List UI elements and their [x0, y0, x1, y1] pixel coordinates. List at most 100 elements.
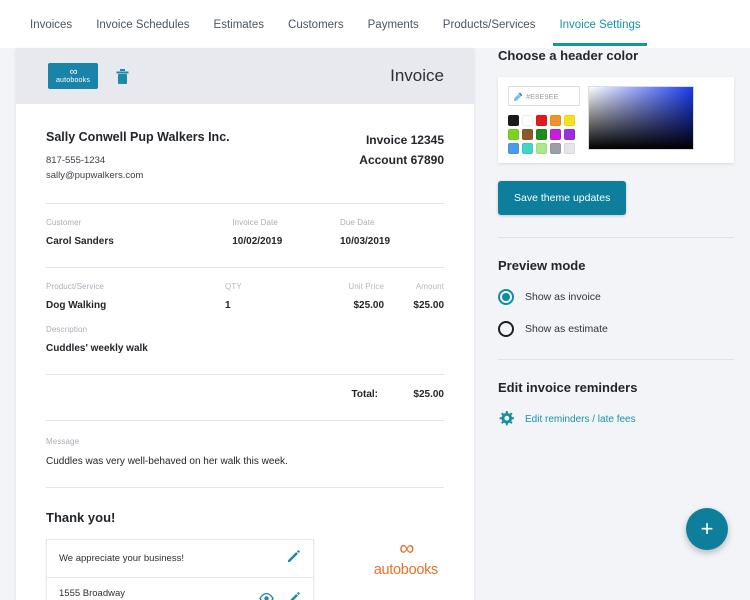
due-date-value: 10/03/2019	[340, 236, 444, 247]
preview-mode-title: Preview mode	[498, 258, 734, 273]
qty-cell: QTY 1	[225, 282, 316, 311]
plus-icon: +	[701, 516, 714, 542]
page-body: ∞ autobooks Invoice Sally Conwell Pup Wa…	[0, 48, 750, 600]
header-color-title: Choose a header color	[498, 48, 734, 63]
tab-customers[interactable]: Customers	[276, 3, 356, 46]
brand-wordmark: autobooks	[374, 562, 438, 578]
qty-value: 1	[225, 300, 316, 311]
tab-invoice-settings[interactable]: Invoice Settings	[547, 3, 652, 46]
description-value: Cuddles' weekly walk	[46, 343, 444, 354]
invoice-date-label: Invoice Date	[232, 218, 340, 227]
main-tab-bar: Invoices Invoice Schedules Estimates Cus…	[0, 0, 750, 48]
swatch-5[interactable]	[508, 129, 519, 140]
swatch-11[interactable]	[522, 143, 533, 154]
trash-icon	[116, 69, 129, 84]
thank-you-heading: Thank you!	[46, 488, 444, 525]
radio-show-as-estimate-label: Show as estimate	[525, 323, 608, 335]
swatch-2[interactable]	[536, 115, 547, 126]
toggle-address-visibility-button[interactable]	[259, 591, 274, 600]
autobooks-logo-badge[interactable]: ∞ autobooks	[48, 63, 98, 89]
invoice-header-band: ∞ autobooks Invoice	[16, 48, 474, 104]
eye-icon	[259, 593, 274, 600]
address-card[interactable]: 1555 Broadway Detroit, MI 48226-2161	[46, 578, 314, 600]
unit-price-value: $25.00	[316, 300, 384, 311]
description-label: Description	[46, 325, 444, 334]
swatch-10[interactable]	[508, 143, 519, 154]
delete-logo-button[interactable]	[116, 69, 129, 84]
swatch-4[interactable]	[564, 115, 575, 126]
message-label: Message	[46, 437, 444, 446]
amount-label: Amount	[384, 282, 444, 291]
hex-value: #E8E9EE	[526, 92, 559, 101]
swatch-1[interactable]	[522, 115, 533, 126]
address-actions	[259, 591, 301, 600]
message-block: Message Cuddles was very well-behaved on…	[46, 421, 444, 467]
qty-label: QTY	[225, 282, 316, 291]
save-theme-updates-button[interactable]: Save theme updates	[498, 181, 626, 215]
swatch-6[interactable]	[522, 129, 533, 140]
infinity-icon: ∞	[70, 68, 77, 76]
business-name: Sally Conwell Pup Walkers Inc.	[46, 130, 230, 144]
eyedropper-icon	[514, 92, 523, 101]
swatch-8[interactable]	[550, 129, 561, 140]
tab-payments[interactable]: Payments	[356, 3, 431, 46]
customer-field: Customer Carol Sanders	[46, 218, 232, 247]
footer-note-actions	[287, 549, 301, 568]
color-picker-left: #E8E9EE	[508, 86, 580, 154]
color-picker-card: #E8E9EE	[498, 77, 734, 163]
due-date-field: Due Date 10/03/2019	[340, 218, 444, 247]
tab-estimates[interactable]: Estimates	[202, 3, 277, 46]
add-button-fab[interactable]: +	[686, 508, 728, 550]
footer-row: We appreciate your business!	[46, 525, 444, 600]
autobooks-brand-footer: ∞ autobooks	[374, 539, 438, 578]
business-email: sally@pupwalkers.com	[46, 168, 230, 183]
tab-products-services[interactable]: Products/Services	[431, 3, 548, 46]
due-date-label: Due Date	[340, 218, 444, 227]
reminders-title: Edit invoice reminders	[498, 380, 734, 395]
edit-address-button[interactable]	[287, 591, 301, 600]
customer-label: Customer	[46, 218, 232, 227]
message-value: Cuddles was very well-behaved on her wal…	[46, 456, 444, 467]
swatch-3[interactable]	[550, 115, 561, 126]
editable-cards: We appreciate your business!	[46, 539, 314, 600]
hex-input[interactable]: #E8E9EE	[508, 86, 580, 106]
line-item-row: Product/Service Dog Walking QTY 1 Unit P…	[46, 268, 444, 311]
edit-footer-note-button[interactable]	[287, 549, 301, 568]
radio-unselected-icon	[498, 321, 514, 337]
color-gradient-area[interactable]	[588, 86, 694, 150]
business-contact: 817-555-1234 sally@pupwalkers.com	[46, 153, 230, 183]
amount-cell: Amount $25.00	[384, 282, 444, 311]
address-line-1: 1555 Broadway	[59, 587, 156, 600]
infinity-icon: ∞	[374, 541, 438, 557]
swatch-13[interactable]	[550, 143, 561, 154]
radio-selected-icon	[498, 289, 514, 305]
edit-reminders-link-row[interactable]: Edit reminders / late fees	[498, 411, 734, 427]
edit-reminders-section: Edit invoice reminders Edit reminders / …	[498, 360, 734, 427]
tab-invoices[interactable]: Invoices	[18, 3, 84, 46]
invoice-preview-card: ∞ autobooks Invoice Sally Conwell Pup Wa…	[16, 48, 474, 600]
unit-price-label: Unit Price	[316, 282, 384, 291]
customer-value: Carol Sanders	[46, 236, 232, 247]
swatch-grid	[508, 115, 580, 154]
radio-show-as-invoice-label: Show as invoice	[525, 291, 601, 303]
total-value: $25.00	[378, 389, 444, 400]
tab-invoice-schedules[interactable]: Invoice Schedules	[84, 3, 201, 46]
address-text: 1555 Broadway Detroit, MI 48226-2161	[59, 587, 156, 600]
swatch-14[interactable]	[564, 143, 575, 154]
total-row: Total: $25.00	[46, 375, 444, 400]
swatch-9[interactable]	[564, 129, 575, 140]
swatch-7[interactable]	[536, 129, 547, 140]
edit-reminders-link: Edit reminders / late fees	[525, 414, 636, 425]
product-label: Product/Service	[46, 282, 225, 291]
pencil-icon	[287, 591, 301, 600]
customer-date-row: Customer Carol Sanders Invoice Date 10/0…	[46, 204, 444, 247]
invoice-date-value: 10/02/2019	[232, 236, 340, 247]
swatch-12[interactable]	[536, 143, 547, 154]
pencil-icon	[287, 549, 301, 563]
footer-note-card[interactable]: We appreciate your business!	[46, 539, 314, 578]
radio-show-as-invoice[interactable]: Show as invoice	[498, 289, 734, 305]
gear-icon	[498, 411, 514, 427]
radio-show-as-estimate[interactable]: Show as estimate	[498, 321, 734, 337]
business-phone: 817-555-1234	[46, 153, 230, 168]
swatch-0[interactable]	[508, 115, 519, 126]
